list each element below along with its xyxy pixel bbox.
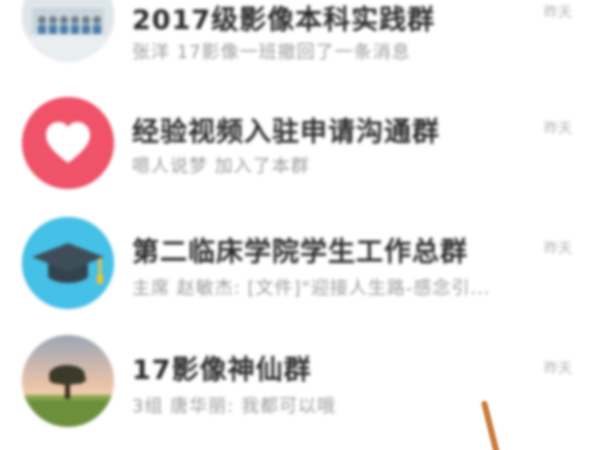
chat-list: 2017级影像本科实践群 张洋 17影像一班撤回了一条消息 昨天 经验视频入驻申… bbox=[0, 0, 600, 450]
chat-title: 第二临床学院学生工作总群 bbox=[132, 237, 468, 268]
chat-last-message: 嗯人说梦 加入了本群 bbox=[132, 156, 310, 177]
chat-time: 昨天 bbox=[544, 361, 572, 377]
chat-title: 经验视频入驻申请沟通群 bbox=[132, 117, 440, 148]
chat-avatar bbox=[22, 217, 114, 309]
graduation-cap-icon bbox=[22, 217, 114, 309]
chat-title: 17影像神仙群 bbox=[132, 355, 312, 386]
chat-last-message: 主席 赵敏杰: [文件]"迎接人生路-感念引... bbox=[132, 278, 491, 299]
chat-time: 昨天 bbox=[544, 121, 572, 137]
chat-avatar bbox=[22, 97, 114, 189]
chat-title: 2017级影像本科实践群 bbox=[132, 5, 436, 36]
chat-avatar bbox=[22, 0, 114, 62]
class-photo-icon bbox=[22, 0, 114, 62]
chat-item[interactable]: 17影像神仙群 3组 唐华丽: 我都可以哦 昨天 bbox=[0, 330, 600, 448]
chat-item[interactable]: 第二临床学院学生工作总群 主席 赵敏杰: [文件]"迎接人生路-感念引... 昨… bbox=[0, 212, 600, 330]
chat-avatar bbox=[22, 335, 114, 427]
chat-time: 昨天 bbox=[544, 5, 572, 21]
tree-landscape-icon bbox=[22, 335, 114, 427]
chat-last-message: 张洋 17影像一班撤回了一条消息 bbox=[132, 42, 411, 63]
chat-last-message: 3组 唐华丽: 我都可以哦 bbox=[132, 396, 336, 417]
heart-icon bbox=[22, 97, 114, 189]
chat-item[interactable]: 2017级影像本科实践群 张洋 17影像一班撤回了一条消息 昨天 bbox=[0, 0, 600, 76]
chat-time: 昨天 bbox=[544, 241, 572, 257]
chat-item[interactable]: 经验视频入驻申请沟通群 嗯人说梦 加入了本群 昨天 bbox=[0, 92, 600, 210]
